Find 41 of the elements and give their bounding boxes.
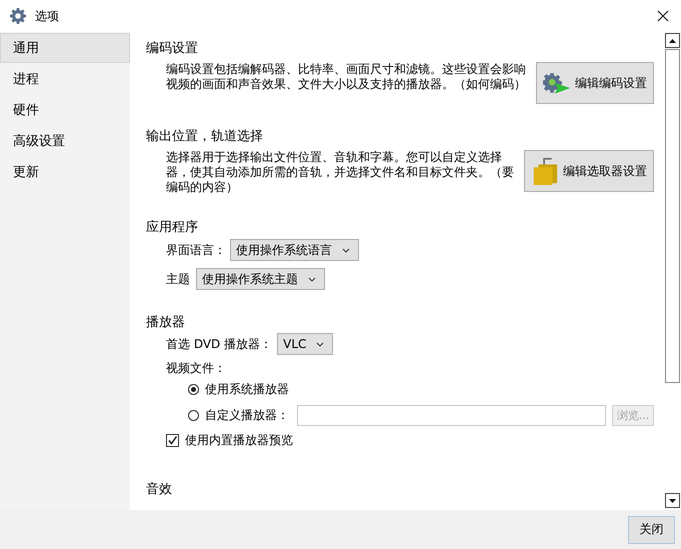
path-field[interactable]	[297, 404, 606, 426]
sidebar-item[interactable]: 高级设置	[0, 126, 130, 156]
section-heading: 编码设置	[146, 40, 199, 58]
sidebar-item[interactable]: 更新	[0, 157, 130, 187]
description-text: 编码设置包括编解码器、比特率、画面尺寸和滤镜。这些设置会影响视频的画面和声音效果、文件大小以及支持的播放器。（如何编码）	[166, 62, 527, 92]
close-button[interactable]: 关闭	[628, 516, 675, 544]
dropdown[interactable]: 使用操作系统主题	[196, 268, 325, 290]
radio-button[interactable]	[188, 384, 199, 394]
sidebar-item[interactable]: 进程	[0, 64, 130, 94]
checkbox-label: 使用内置播放器预览	[185, 432, 293, 448]
section-heading: 应用程序	[146, 219, 199, 237]
section-heading: 输出位置，轨道选择	[146, 128, 264, 146]
dropdown[interactable]: 使用操作系统语言	[230, 239, 359, 261]
chevron-down-icon	[316, 342, 324, 346]
field-label: 视频文件：	[166, 360, 226, 376]
chevron-down-icon	[308, 276, 316, 282]
field-label: 界面语言：	[166, 242, 226, 258]
scroll-up-button[interactable]	[665, 33, 680, 48]
checkbox[interactable]	[166, 434, 179, 446]
radio-label: 自定义播放器：	[205, 406, 289, 424]
folder-icon	[531, 156, 559, 186]
edit-selector-button[interactable]: 编辑选取器设置	[524, 150, 654, 192]
dropdown[interactable]: VLC	[277, 333, 334, 355]
chevron-down-icon	[342, 248, 350, 252]
radio-label: 使用系统播放器	[205, 380, 289, 398]
field-label: 首选 DVD 播放器：	[166, 336, 272, 352]
radio-button[interactable]	[188, 410, 199, 420]
triangle-down-icon	[669, 498, 676, 502]
edit-encoding-button[interactable]: 编辑编码设置	[536, 62, 654, 104]
triangle-up-icon	[669, 38, 676, 42]
sidebar-item[interactable]: 通用	[0, 33, 130, 63]
scrollbar-thumb[interactable]	[665, 49, 680, 383]
field-label: 主题	[166, 270, 190, 288]
description-text: 选择器用于选择输出文件位置、音轨和字幕。您可以自定义选择器，使其自动添加所需的音轨，并选择文件名和目标文件夹。（要编码的内容）	[166, 150, 515, 195]
gear-icon	[10, 8, 26, 24]
sidebar-item[interactable]: 硬件	[0, 95, 130, 125]
section-heading: 音效	[146, 481, 173, 499]
window-title: 选项	[35, 8, 59, 24]
scroll-down-button[interactable]	[665, 493, 680, 508]
section-heading: 播放器	[146, 314, 186, 332]
close-icon[interactable]	[657, 10, 669, 22]
